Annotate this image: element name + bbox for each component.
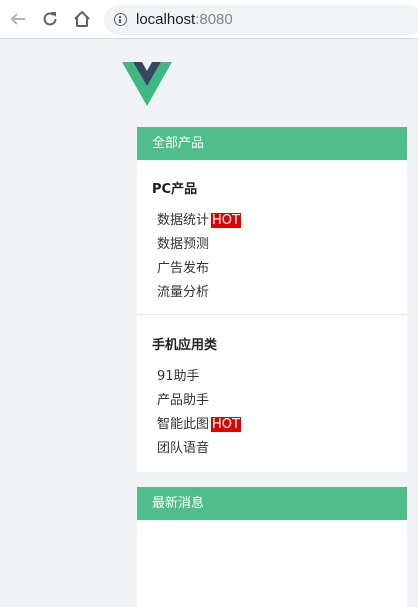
list-item[interactable]: 智能此图 HOT <box>157 413 407 437</box>
address-bar[interactable]: localhost:8080 <box>104 5 418 35</box>
item-label[interactable]: 智能此图 <box>157 417 209 432</box>
products-panel-title: 全部产品 <box>137 127 407 160</box>
item-label[interactable]: 91助手 <box>157 369 200 384</box>
group-title-mobile: 手机应用类 <box>152 338 218 353</box>
reload-icon[interactable] <box>40 9 60 29</box>
item-label[interactable]: 广告发布 <box>157 261 209 276</box>
item-label[interactable]: 数据预测 <box>157 237 209 252</box>
mobile-app-list: 91助手 产品助手 智能此图 HOT 团队语音 <box>137 365 407 461</box>
vue-logo <box>122 62 172 110</box>
info-icon[interactable] <box>114 13 127 26</box>
url-host: localhost <box>136 11 196 28</box>
back-arrow-icon[interactable] <box>8 9 28 29</box>
products-panel: 全部产品 PC产品 数据统计 HOT 数据预测 广告发布 流量分析 手机应用类 9… <box>137 127 407 472</box>
item-label[interactable]: 数据统计 <box>157 213 209 228</box>
list-item[interactable]: 数据统计 HOT <box>157 209 407 233</box>
list-item[interactable]: 数据预测 <box>157 233 407 257</box>
item-label[interactable]: 产品助手 <box>157 393 209 408</box>
list-item[interactable]: 91助手 <box>157 365 407 389</box>
pc-product-list: 数据统计 HOT 数据预测 广告发布 流量分析 <box>137 209 407 305</box>
hot-badge: HOT <box>211 213 241 228</box>
group-title-pc: PC产品 <box>152 182 198 197</box>
hot-badge: HOT <box>211 417 241 432</box>
mobile-apps-group: 手机应用类 91助手 产品助手 智能此图 HOT 团队语音 <box>137 315 407 461</box>
list-item[interactable]: 团队语音 <box>157 437 407 461</box>
item-label[interactable]: 团队语音 <box>157 441 209 456</box>
news-panel: 最新消息 <box>137 487 407 607</box>
news-panel-title: 最新消息 <box>137 487 407 520</box>
item-label[interactable]: 流量分析 <box>157 285 209 300</box>
list-item[interactable]: 广告发布 <box>157 257 407 281</box>
home-icon[interactable] <box>72 9 92 29</box>
url-text: localhost:8080 <box>136 11 233 29</box>
list-item[interactable]: 流量分析 <box>157 281 407 305</box>
url-port: :8080 <box>195 11 233 28</box>
browser-toolbar: localhost:8080 <box>0 0 418 39</box>
pc-products-group: PC产品 数据统计 HOT 数据预测 广告发布 流量分析 <box>137 160 407 305</box>
list-item[interactable]: 产品助手 <box>157 389 407 413</box>
